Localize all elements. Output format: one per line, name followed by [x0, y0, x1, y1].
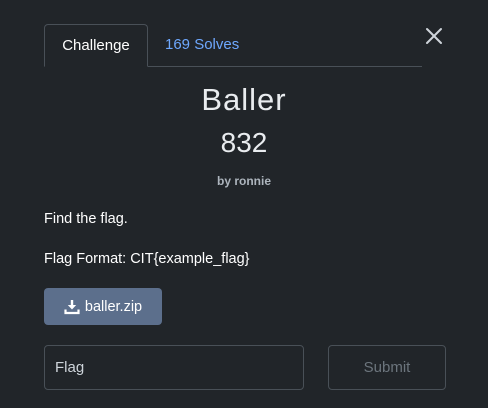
description-line: Find the flag.: [44, 211, 128, 227]
challenge-author: by ronnie: [0, 174, 488, 188]
author-name: ronnie: [234, 174, 272, 188]
author-prefix: by: [216, 174, 231, 188]
tab-solves[interactable]: 169 Solves: [149, 24, 255, 66]
flag-input[interactable]: [44, 345, 304, 390]
download-file-button[interactable]: baller.zip: [44, 288, 162, 325]
download-icon: [64, 299, 80, 314]
download-file-label: baller.zip: [84, 298, 143, 315]
challenge-modal: Challenge 169 Solves Baller 832 by ronni…: [0, 0, 488, 408]
challenge-name: Baller: [201, 82, 287, 117]
tab-challenge[interactable]: Challenge: [44, 24, 148, 67]
submit-button[interactable]: Submit: [328, 345, 446, 390]
close-icon[interactable]: [424, 26, 444, 46]
description-line: Flag Format: CIT{example_flag}: [44, 251, 250, 267]
tab-bar: Challenge 169 Solves: [44, 24, 422, 67]
challenge-points: 832: [220, 127, 268, 158]
